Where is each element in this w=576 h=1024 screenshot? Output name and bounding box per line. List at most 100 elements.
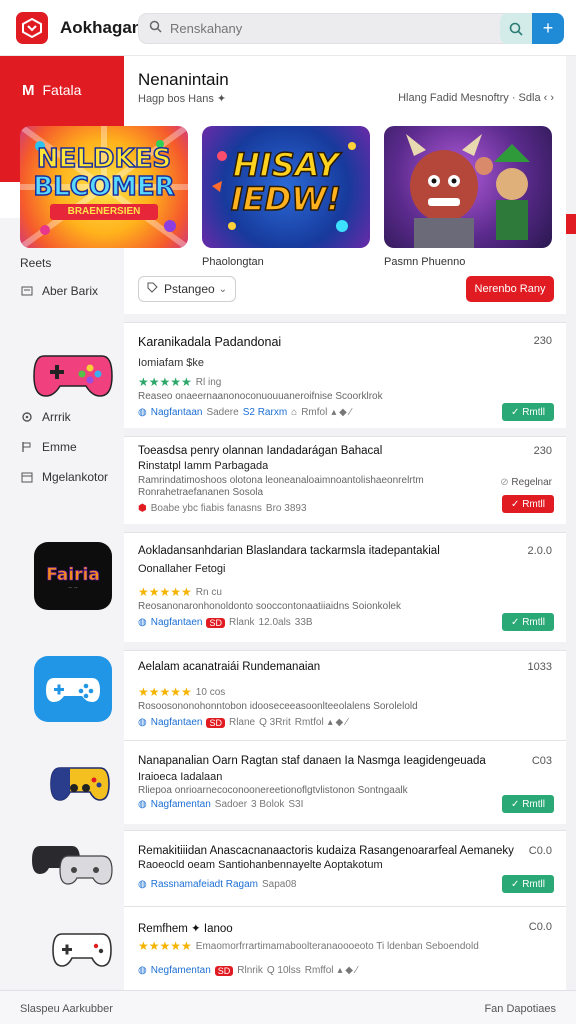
rating-stars-icon: ★★★★★ <box>138 685 192 699</box>
tag-icon <box>147 282 158 296</box>
sidebar-active-label: Fatala <box>42 82 82 98</box>
game-title[interactable]: Remfhem ✦ Ianoo <box>138 921 233 935</box>
scroll-marker <box>566 214 576 234</box>
install-button[interactable]: ✓ Rmtll <box>502 875 554 893</box>
svg-text:·· ··: ·· ·· <box>68 585 78 592</box>
featured-banner-1[interactable]: NELDKES BLCOMER BRAENERSIEN <box>20 126 188 248</box>
featured-nav-text[interactable]: Hlang Fadid Mesnoftry · Sdla ‹ › <box>398 92 554 104</box>
game-card[interactable]: Nanapanalian Oarn Ragtan staf danaen Ia … <box>124 740 566 824</box>
search-input[interactable] <box>170 21 470 36</box>
game-subtitle: Iraioeca Iadalaan <box>138 771 223 783</box>
game-description: Reaseo onaeernaanonoconuouuaneroifnise S… <box>138 391 383 402</box>
info-icon: ◍ <box>138 879 147 890</box>
game-card[interactable]: Remakitiiidan Anascacnanaactoris kudaiza… <box>124 830 566 906</box>
tools-icon: ▴ ◆ ∕ <box>337 965 358 976</box>
game-description: Ramrindatimoshoos olotona leoneanaloaimn… <box>138 475 424 486</box>
featured-banner-3[interactable] <box>384 126 552 248</box>
banner-2-title-line2: IEDW! <box>230 180 342 218</box>
tools-icon: ▴ ◆ ∕ <box>327 717 348 728</box>
sd-badge: SD <box>214 965 234 976</box>
sd-badge: SD <box>206 717 225 728</box>
game-card[interactable]: Toeasdsa penry olannan Iandadarágan Baha… <box>124 436 566 524</box>
sort-dropdown-label: Pstangeo <box>164 282 215 296</box>
sidebar-item-label: Arrrik <box>42 410 71 424</box>
banner-2-title-line1: HISAY <box>232 146 340 184</box>
info-icon: ◍ <box>138 799 147 810</box>
search-bar[interactable] <box>138 13 522 44</box>
sidebar-item-mgelankotor[interactable]: Mgelankotor <box>20 470 108 484</box>
featured-banner-2[interactable]: HISAY IEDW! <box>202 126 370 248</box>
sidebar-item-label: Aber Barix <box>42 284 99 298</box>
game-meta: ◍ Rassnamafeiadt Ragam Sapa08 <box>138 879 297 890</box>
gamepad-outline-icon <box>50 924 114 974</box>
rating-stars-icon: ★★★★★ <box>138 375 192 389</box>
app-title: Aokhagan <box>60 17 143 37</box>
install-button[interactable]: ✓ Rmtll <box>502 795 554 813</box>
sd-badge: SD <box>206 617 225 628</box>
search-button[interactable] <box>500 13 532 44</box>
sidebar-item-label: Emme <box>42 440 77 454</box>
game-title[interactable]: Nanapanalian Oarn Ragtan staf danaen Ia … <box>138 755 486 767</box>
game-price: 1033 <box>527 661 552 673</box>
game-title[interactable]: Karanikadala Padandonai <box>138 335 281 349</box>
game-subtitle: Oonallaher Fetogi <box>138 563 226 575</box>
sidebar-item-label: Reets <box>20 256 52 270</box>
game-title[interactable]: Toeasdsa penry olannan Iandadarágan Baha… <box>138 445 382 457</box>
sidebar-item-active[interactable]: M Fatala <box>0 56 124 124</box>
flag-icon <box>20 440 34 454</box>
tools-icon: ▴ ◆ ∕ <box>331 407 352 418</box>
sort-dropdown[interactable]: Pstangeo ⌄ <box>138 276 236 302</box>
add-button[interactable]: + <box>532 13 564 44</box>
info-icon: ◍ <box>138 617 147 628</box>
featured-cta-button[interactable]: Nerenbo Rany <box>466 276 554 302</box>
gamepad-pink-icon <box>30 342 116 402</box>
sidebar-item-aber-barix[interactable]: Aber Barix <box>20 284 98 298</box>
banner-1-title-line1: NELDKES <box>36 144 172 174</box>
game-tag: ⊘ Regelnar <box>500 477 552 488</box>
game-price: 230 <box>533 335 552 347</box>
install-button[interactable]: ✓ Rmtll <box>502 613 554 631</box>
game-title[interactable]: Aelalam acanatraiái Rundemanaian <box>138 661 320 673</box>
game-description: Rosoosononohonntobon idooseceeasoonlteeo… <box>138 701 418 712</box>
sidebar-item-emme[interactable]: Emme <box>20 440 77 454</box>
gamepad-yellow-icon <box>48 760 112 806</box>
game-description: Reosanonaronhonoldonto sooccontonaatiiai… <box>138 601 401 612</box>
sidebar-item-reets[interactable]: Reets <box>20 256 51 270</box>
game-card[interactable]: Aelalam acanatraiái Rundemanaian ★★★★★ 10… <box>124 650 566 740</box>
info-icon: ◍ <box>138 717 147 728</box>
info-icon: ◍ <box>138 965 147 976</box>
game-meta: ◍ Nagfantaen SD Rlank 12.0als 33B <box>138 617 313 628</box>
game-price: C0.0 <box>528 845 552 857</box>
game-description-2: Ronrahetraefananen Sosola <box>138 487 264 498</box>
banner-2-caption: Phaolongtan <box>202 256 264 268</box>
game-subtitle: Raoeocld oeam Santiohanbennayelte Aoptak… <box>138 859 383 871</box>
install-button[interactable]: ✓ Rmtll <box>502 403 554 421</box>
footer-right-text[interactable]: Fan Dapotiaes <box>484 1003 556 1015</box>
game-meta: ⬢ Boabe ybc fiabis fanasns Bro 3893 <box>138 503 307 514</box>
game-meta: ◍ Nagfamentan Sadoer 3 Bolok S3I <box>138 799 304 810</box>
app-logo-icon[interactable] <box>16 11 48 44</box>
fairia-app-icon: Fairia ·· ·· <box>34 542 112 610</box>
game-card[interactable]: Aokladansanhdarian Blaslandara tackarmsl… <box>124 532 566 642</box>
banner-art-characters <box>406 134 530 248</box>
game-description: Rliepoa onrioarnecoconoonereetionoflgtvl… <box>138 785 408 796</box>
rating-stars-icon: ★★★★★ <box>138 939 192 953</box>
game-card[interactable]: Remfhem ✦ Ianoo ★★★★★ Emaomorfrrartimamab… <box>124 906 566 990</box>
game-rating: ★★★★★ Rn cu <box>138 585 222 599</box>
game-title[interactable]: Remakitiiidan Anascacnanaactoris kudaiza… <box>138 845 514 857</box>
rating-stars-icon: ★★★★★ <box>138 585 192 599</box>
game-rating: ★★★★★ Rl ing <box>138 375 222 389</box>
banner-3-caption: Pasmn Phuenno <box>384 256 466 268</box>
game-card[interactable]: Karanikadala Padandonai Iomiafam $ke ★★★… <box>124 322 566 428</box>
featured-subtitle: Hagp bos Hans ✦ <box>138 93 227 105</box>
svg-text:Fairia: Fairia <box>46 565 100 585</box>
game-meta: ◍ Negfamentan SD Rlnrik Q 10lss Rmffol ▴ ◆ … <box>138 965 358 976</box>
device-icon: ⌂ <box>291 407 298 418</box>
shield-icon: ⬢ <box>138 503 147 514</box>
sidebar-item-arrrik[interactable]: Arrrik <box>20 410 71 424</box>
featured-title: Nenanintain <box>138 70 229 89</box>
chevron-down-icon: ⌄ <box>218 283 227 295</box>
install-button[interactable]: ✓ Rmtll <box>502 495 554 513</box>
game-title[interactable]: Aokladansanhdarian Blaslandara tackarmsl… <box>138 545 440 557</box>
footer-left-text[interactable]: Slaspeu Aarkubber <box>20 1003 113 1015</box>
